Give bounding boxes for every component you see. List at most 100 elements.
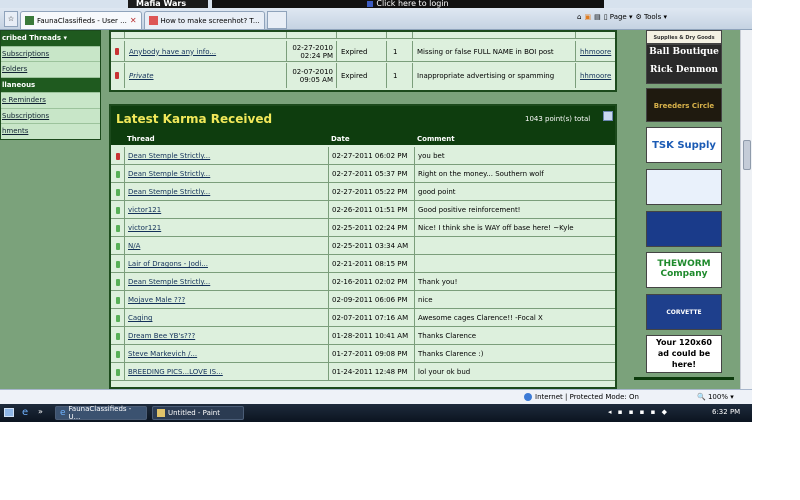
sidebar-item-subscriptions[interactable]: Subscriptions xyxy=(1,47,100,62)
taskbar-fauna-window[interactable]: e FaunaClassifieds - U... xyxy=(55,405,147,421)
infraction-thread-link[interactable]: Anybody have any info... xyxy=(125,41,287,62)
login-banner-label: Click here to login xyxy=(376,0,449,8)
karma-comment: you bet xyxy=(418,152,445,160)
new-tab-button[interactable] xyxy=(266,11,287,29)
karma-panel: Latest Karma Received 1043 point(s) tota… xyxy=(109,104,617,389)
status-text: Expired xyxy=(337,41,387,62)
home-icon[interactable]: ⌂ xyxy=(577,13,581,21)
globe-icon xyxy=(524,393,532,401)
karma-date: 02-25-2011 03:34 AM xyxy=(329,237,415,255)
karma-thread-link[interactable]: Lair of Dragons - Jodi... xyxy=(125,255,329,273)
mafia-wars-banner[interactable]: Mafia Wars xyxy=(128,0,208,8)
karma-sign-icon xyxy=(115,224,120,232)
ad-banner-logo[interactable] xyxy=(646,169,722,205)
karma-row: victor121 02-26-2011 01:51 PM Good positiv… xyxy=(111,201,615,219)
karma-comment: Nice! I think she is WAY off base here! … xyxy=(418,224,574,232)
karma-thread-link[interactable]: BREEDING PICS...LOVE IS... xyxy=(125,363,329,381)
paint-icon xyxy=(157,409,165,417)
ad-up-logo[interactable] xyxy=(646,211,722,247)
collapse-icon[interactable] xyxy=(603,111,613,121)
karma-header: Latest Karma Received 1043 point(s) tota… xyxy=(111,106,615,133)
show-desktop-icon[interactable] xyxy=(4,408,14,417)
sidebar-item-subscriptions-2[interactable]: Subscriptions xyxy=(1,109,100,124)
karma-thread-link[interactable]: Dean Stemple Strictly... xyxy=(125,147,329,165)
user-cp-sidebar: cribed Threads ▾ Subscriptions Folders l… xyxy=(0,30,101,140)
karma-sign-icon xyxy=(115,332,120,340)
sidebar-heading-miscellaneous: llaneous xyxy=(1,77,100,93)
sidebar-item-reminders[interactable]: e Reminders xyxy=(1,93,100,109)
karma-thread-link[interactable]: Dean Stemple Strictly... xyxy=(125,183,329,201)
karma-thread-link[interactable]: Dean Stemple Strictly... xyxy=(125,165,329,183)
infraction-thread-link[interactable]: Private xyxy=(125,63,287,88)
karma-thread-link[interactable]: Mojave Male ??? xyxy=(125,291,329,309)
tab-label: FaunaClassifieds - User ... xyxy=(37,16,127,25)
table-row: Anybody have any info... 02-27-2010 02:2… xyxy=(111,41,615,62)
ads-column: Supplies & Dry Goods Ball Boutique Rick … xyxy=(634,30,734,382)
karma-thread-link[interactable]: victor121 xyxy=(125,219,329,237)
karma-date: 02-26-2011 01:51 PM xyxy=(329,201,415,219)
karma-date: 01-24-2011 12:48 PM xyxy=(329,363,415,381)
karma-sign-icon xyxy=(115,296,120,304)
karma-row: Lair of Dragons - Jodi... 02-21-2011 08:1… xyxy=(111,255,615,273)
ie-quicklaunch-icon[interactable]: e xyxy=(22,407,28,418)
close-tab-icon[interactable]: ✕ xyxy=(130,16,137,25)
karma-row: Dean Stemple Strictly... 02-16-2011 02:02… xyxy=(111,273,615,291)
page-favicon-icon xyxy=(148,16,158,25)
karma-date: 02-27-2011 05:22 PM xyxy=(329,183,415,201)
karma-thread-link[interactable]: Dean Stemple Strictly... xyxy=(125,273,329,291)
print-icon[interactable]: ▤ xyxy=(594,13,601,21)
karma-row: Dean Stemple Strictly... 02-27-2011 06:02… xyxy=(111,147,615,165)
tray-icons[interactable]: ◂ ▪ ▪ ▪ ▪ ◆ xyxy=(608,408,669,416)
site-favicon-icon xyxy=(25,16,34,25)
karma-thread-link[interactable]: Dream Bee YB's??? xyxy=(125,327,329,345)
page-menu[interactable]: ▯ Page ▾ xyxy=(604,13,633,21)
zoom-control[interactable]: 🔍 100% ▾ xyxy=(697,393,734,401)
karma-row: BREEDING PICS...LOVE IS... 01-24-2011 12:… xyxy=(111,363,615,381)
ad-supplies[interactable]: Supplies & Dry Goods xyxy=(646,30,722,44)
karma-row: Caging 02-07-2011 07:16 AM Awesome cages C… xyxy=(111,309,615,327)
karma-sign-icon xyxy=(115,350,120,358)
karma-thread-link[interactable]: N/A xyxy=(125,237,329,255)
ad-breeders-circle[interactable]: Breeders Circle xyxy=(646,88,722,122)
karma-thread-link[interactable]: Steve Markevich /... xyxy=(125,345,329,363)
table-row: 09:05 PM 09:05 PM xyxy=(111,32,615,39)
karma-comment: lol your ok bud xyxy=(418,368,471,376)
desktop-screen: Mafia Wars Click here to login ☆ FaunaCl… xyxy=(0,0,752,422)
column-thread: Thread xyxy=(127,135,155,143)
ad-the-worm-company[interactable]: THEWORM Company xyxy=(646,252,722,288)
tab-fauna-classifieds[interactable]: FaunaClassifieds - User ... ✕ xyxy=(20,11,142,29)
ad-ball-boutique[interactable]: Ball Boutique Rick Denmon xyxy=(646,44,722,84)
karma-sign-icon xyxy=(115,368,120,376)
tab-how-to-screenshot[interactable]: How to make screenhot? T... xyxy=(143,11,265,29)
login-banner[interactable]: Click here to login xyxy=(212,0,604,8)
feeds-icon[interactable]: ▣ xyxy=(584,13,591,21)
karma-sign-icon xyxy=(115,170,120,178)
karma-sign-icon xyxy=(115,152,120,160)
browser-tab-bar: ☆ FaunaClassifieds - User ... ✕ How to m… xyxy=(0,8,752,30)
karma-thread-link[interactable]: victor121 xyxy=(125,201,329,219)
karma-title: Latest Karma Received xyxy=(116,112,273,126)
tools-menu[interactable]: ⚙ Tools ▾ xyxy=(635,13,667,21)
warning-icon xyxy=(115,48,119,55)
ad-tsk-supply[interactable]: TSK Supply xyxy=(646,127,722,163)
karma-column-header: Thread Date Comment xyxy=(111,133,615,145)
security-zone[interactable]: Internet | Protected Mode: On xyxy=(535,393,639,401)
more-quicklaunch-icon[interactable]: » xyxy=(38,407,43,416)
karma-comment: Thanks Clarence xyxy=(418,332,477,340)
sidebar-item-folders[interactable]: Folders xyxy=(1,62,100,78)
scrollbar-thumb[interactable] xyxy=(743,140,751,170)
quick-tabs-icon[interactable]: ☆ xyxy=(4,11,18,27)
taskbar-paint-window[interactable]: Untitled - Paint xyxy=(152,406,244,420)
ad-corvette[interactable]: CORVETTE INTERNATIONAL xyxy=(646,294,722,330)
page-scrollbar[interactable] xyxy=(740,30,752,389)
sidebar-item-attachments[interactable]: hments xyxy=(1,124,100,139)
taskbar-clock[interactable]: 6:32 PM xyxy=(712,408,740,416)
column-date: Date xyxy=(331,135,350,143)
karma-thread-link[interactable]: Caging xyxy=(125,309,329,327)
username-link[interactable]: hhmoore xyxy=(576,63,615,88)
windows-taskbar: e » e FaunaClassifieds - U... Untitled -… xyxy=(0,404,752,422)
ad-placeholder[interactable]: Your 120x60 ad could be here! xyxy=(646,335,722,373)
username-link[interactable]: hhmoore xyxy=(576,41,615,62)
karma-sign-icon xyxy=(115,260,120,268)
karma-row: N/A 02-25-2011 03:34 AM xyxy=(111,237,615,255)
